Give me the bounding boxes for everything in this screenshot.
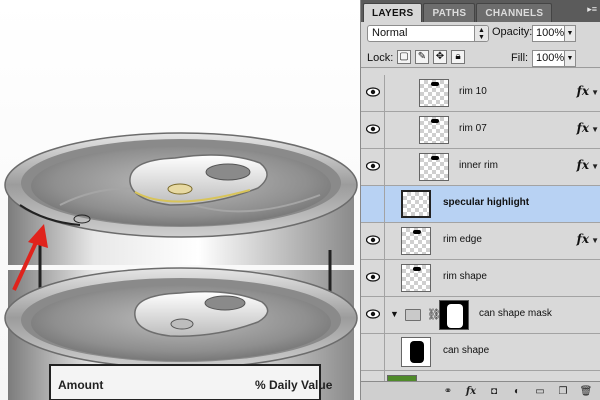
- visibility-toggle[interactable]: [361, 112, 385, 148]
- vector-mask-thumbnail[interactable]: [439, 300, 469, 330]
- fill-label: Fill:: [511, 52, 529, 64]
- layer-effects-icon[interactable]: fx: [577, 84, 589, 98]
- layer-name: rim shape: [443, 271, 487, 282]
- blend-mode-select[interactable]: Normal ▲ ▼: [367, 25, 489, 42]
- layer-row[interactable]: inner rim fx ▼: [361, 149, 600, 186]
- visibility-toggle[interactable]: [361, 371, 385, 381]
- tab-paths[interactable]: PATHS: [423, 3, 476, 22]
- tab-layers[interactable]: LAYERS: [363, 3, 423, 22]
- visibility-toggle[interactable]: [361, 223, 385, 259]
- opacity-field[interactable]: 100% ▼: [532, 25, 576, 42]
- opacity-label: Opacity:: [492, 26, 533, 38]
- adjustment-layer-icon[interactable]: ◐: [510, 386, 524, 397]
- layers-bottom-toolbar: ⚭ fx ◘ ◐ ▭ ❐ 🗑︎: [361, 381, 600, 400]
- blend-mode-value: Normal: [372, 27, 408, 39]
- document-canvas[interactable]: Amount % Daily Value: [0, 0, 360, 400]
- eye-icon: [366, 235, 380, 245]
- new-group-icon[interactable]: ▭: [533, 386, 547, 397]
- layer-row[interactable]: rim shape: [361, 260, 600, 297]
- layer-options-bar: Normal ▲ ▼ Opacity: 100% ▼ Lock: ▢ ✎ ✥ 🔒︎…: [361, 22, 600, 68]
- folder-icon: [405, 309, 421, 321]
- new-layer-icon[interactable]: ❐: [556, 386, 570, 397]
- expand-effects-icon[interactable]: ▼: [591, 162, 599, 171]
- link-layers-icon[interactable]: ⚭: [441, 386, 455, 397]
- lock-image-pixels-icon[interactable]: ✎: [415, 50, 429, 64]
- lock-all-icon[interactable]: 🔒︎: [451, 50, 465, 64]
- opacity-value: 100%: [536, 27, 565, 39]
- lock-label: Lock:: [367, 52, 394, 64]
- layer-name: rim edge: [443, 234, 482, 245]
- layer-thumbnail: [419, 116, 449, 144]
- tab-channels[interactable]: CHANNELS: [476, 3, 553, 22]
- lock-position-icon[interactable]: ✥: [433, 50, 447, 64]
- eye-icon: [366, 309, 380, 319]
- layer-row[interactable]: rim edge fx ▼: [361, 223, 600, 260]
- add-mask-icon[interactable]: ◘: [487, 386, 501, 397]
- visibility-toggle[interactable]: [361, 186, 385, 222]
- eye-icon: [366, 87, 380, 97]
- expand-effects-icon[interactable]: ▼: [591, 88, 599, 97]
- layer-row[interactable]: can shape: [361, 334, 600, 371]
- layer-thumbnail: [401, 227, 431, 255]
- fill-field[interactable]: 100% ▼: [532, 50, 576, 67]
- can-artwork: [4, 132, 358, 400]
- visibility-toggle[interactable]: [361, 75, 385, 111]
- panel-tab-bar: LAYERS PATHS CHANNELS ▸≡: [361, 0, 600, 22]
- select-arrows-icon: ▲ ▼: [474, 26, 488, 41]
- layer-effects-icon[interactable]: fx: [577, 158, 589, 172]
- layer-name: inner rim: [459, 160, 498, 171]
- visibility-toggle[interactable]: [361, 334, 385, 370]
- fill-dropdown-icon[interactable]: ▼: [564, 51, 575, 66]
- layer-thumbnail: [419, 153, 449, 181]
- expand-effects-icon[interactable]: ▼: [591, 236, 599, 245]
- layer-thumbnail: [401, 337, 431, 367]
- layer-thumbnail: [419, 79, 449, 107]
- layer-name: can shape: [443, 345, 490, 356]
- layer-row[interactable]: source: [361, 371, 600, 381]
- can-label-amount: Amount: [58, 378, 104, 392]
- layer-group-row[interactable]: ▼ ⛓︎ can shape mask: [361, 297, 600, 334]
- delete-layer-icon[interactable]: 🗑︎: [579, 386, 593, 397]
- add-layer-style-icon[interactable]: fx: [464, 386, 478, 397]
- layer-thumbnail: [401, 190, 431, 218]
- panel-menu-icon[interactable]: ▸≡: [587, 4, 597, 15]
- can-label-daily-value: % Daily Value: [255, 378, 333, 392]
- layer-name: rim 07: [459, 123, 487, 134]
- fill-value: 100%: [536, 52, 565, 64]
- layer-name: rim 10: [459, 86, 487, 97]
- expand-effects-icon[interactable]: ▼: [591, 125, 599, 134]
- visibility-toggle[interactable]: [361, 149, 385, 185]
- layers-list: rim 10 fx ▼ rim 07 fx ▼ inner rim fx ▼ s…: [361, 69, 600, 381]
- eye-icon: [366, 272, 380, 282]
- expand-group-icon[interactable]: ▼: [390, 309, 399, 319]
- visibility-toggle[interactable]: [361, 260, 385, 296]
- layer-row[interactable]: rim 07 fx ▼: [361, 112, 600, 149]
- layer-name: can shape mask: [479, 308, 552, 319]
- layer-thumbnail: [401, 264, 431, 292]
- layer-effects-icon[interactable]: fx: [577, 232, 589, 246]
- layer-row[interactable]: rim 10 fx ▼: [361, 75, 600, 112]
- opacity-dropdown-icon[interactable]: ▼: [564, 26, 575, 41]
- visibility-toggle[interactable]: [361, 297, 385, 333]
- layer-effects-icon[interactable]: fx: [577, 121, 589, 135]
- eye-icon: [366, 124, 380, 134]
- layer-name: specular highlight: [443, 197, 530, 208]
- eye-icon: [366, 161, 380, 171]
- lock-transparent-icon[interactable]: ▢: [397, 50, 411, 64]
- layer-row-selected[interactable]: specular highlight: [361, 186, 600, 223]
- layers-panel: LAYERS PATHS CHANNELS ▸≡ Normal ▲ ▼ Opaci…: [360, 0, 600, 400]
